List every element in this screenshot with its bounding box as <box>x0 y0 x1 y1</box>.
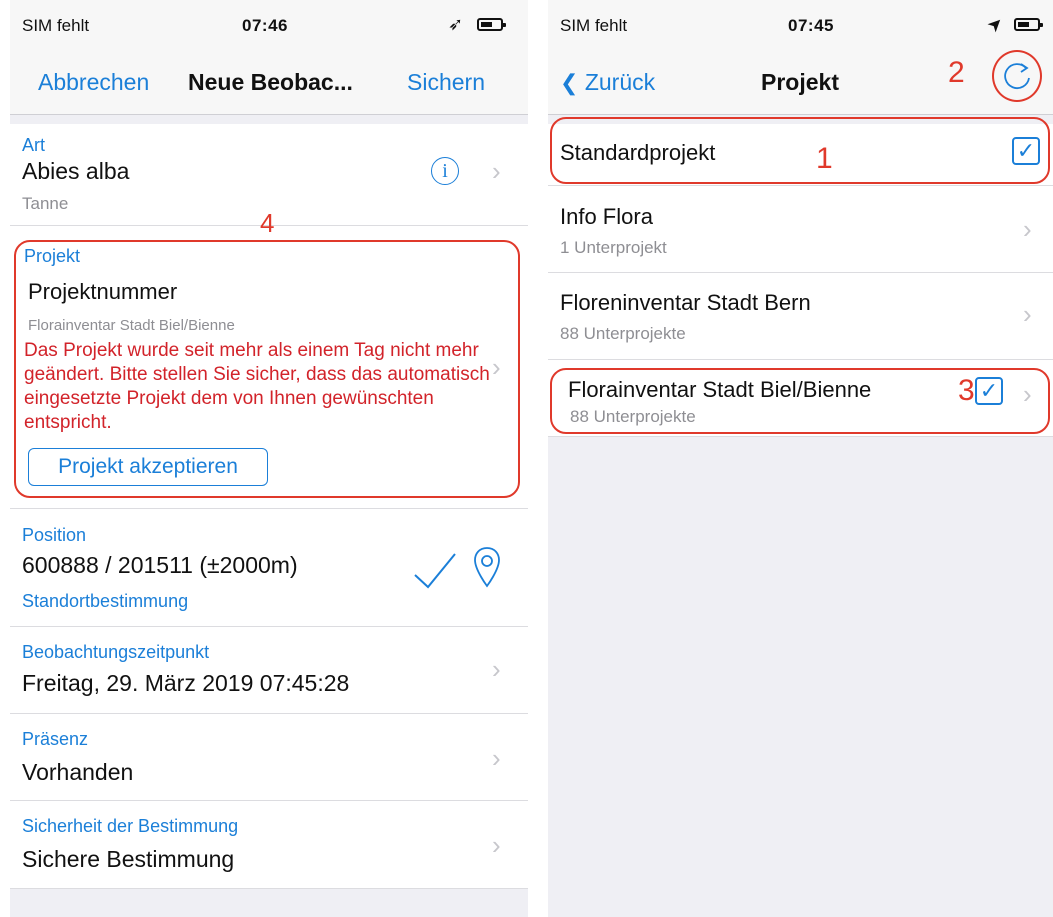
certainty-row[interactable]: Sicherheit der Bestimmung Sichere Bestim… <box>10 801 528 889</box>
refresh-icon[interactable] <box>1000 59 1034 93</box>
page-title: Neue Beobac... <box>188 69 353 95</box>
project-item-info-flora[interactable]: Info Flora 1 Unterprojekt › <box>548 186 1053 273</box>
carrier-label: SIM fehlt <box>560 16 628 35</box>
chevron-right-icon: › <box>1023 214 1032 244</box>
status-bar: SIM fehlt 07:46 ➶ <box>10 0 528 52</box>
chevron-right-icon: › <box>492 743 501 773</box>
annotation-highlight-4 <box>14 240 520 498</box>
chevron-left-icon: ❮ <box>560 70 579 95</box>
battery-icon <box>1014 18 1043 31</box>
right-screen: SIM fehlt 07:45 ➤ ❮ Zurück Projekt 2 Sta… <box>548 0 1053 917</box>
nav-bar: Abbrechen Neue Beobac... Sichern <box>10 52 528 115</box>
certainty-value: Sichere Bestimmung <box>22 846 235 872</box>
annotation-number-1: 1 <box>816 142 833 175</box>
info-icon[interactable]: i <box>431 157 459 185</box>
position-method[interactable]: Standortbestimmung <box>22 591 188 612</box>
subproject-count: 1 Unterprojekt <box>560 238 667 257</box>
clock: 07:46 <box>242 16 288 35</box>
project-name: Floreninventar Stadt Bern <box>560 290 811 315</box>
annotation-highlight-1 <box>550 117 1050 184</box>
left-screen: SIM fehlt 07:46 ➶ Abbrechen Neue Beobac.… <box>10 0 528 917</box>
art-value: Abies alba <box>22 158 130 184</box>
checkmark-icon <box>414 553 456 589</box>
timestamp-value: Freitag, 29. März 2019 07:45:28 <box>22 670 350 696</box>
back-button[interactable]: ❮ Zurück <box>560 69 655 96</box>
cancel-button[interactable]: Abbrechen <box>38 69 149 96</box>
chevron-right-icon: › <box>492 156 501 186</box>
status-bar: SIM fehlt 07:45 ➤ <box>548 0 1053 52</box>
art-common-name: Tanne <box>22 194 69 213</box>
certainty-label: Sicherheit der Bestimmung <box>22 816 239 836</box>
annotation-number-4: 4 <box>260 208 275 238</box>
battery-icon <box>477 18 506 31</box>
position-row[interactable]: Position 600888 / 201511 (±2000m) Stando… <box>10 509 528 627</box>
carrier-label: SIM fehlt <box>22 16 90 35</box>
location-arrow-icon: ➤ <box>982 11 1008 37</box>
chevron-right-icon: › <box>492 830 501 860</box>
nav-bar: ❮ Zurück Projekt 2 <box>548 50 1053 115</box>
project-item-bern[interactable]: Floreninventar Stadt Bern 88 Unterprojek… <box>548 273 1053 360</box>
chevron-right-icon: › <box>1023 299 1032 329</box>
position-label: Position <box>22 525 87 545</box>
annotation-highlight-3 <box>550 368 1050 434</box>
timestamp-row[interactable]: Beobachtungszeitpunkt Freitag, 29. März … <box>10 627 528 714</box>
map-pin-icon[interactable] <box>472 546 502 590</box>
subproject-count: 88 Unterprojekte <box>560 324 686 343</box>
presence-row[interactable]: Präsenz Vorhanden › <box>10 714 528 801</box>
back-label: Zurück <box>584 69 656 95</box>
art-label: Art <box>22 135 46 155</box>
presence-label: Präsenz <box>22 729 89 749</box>
chevron-right-icon: › <box>492 654 501 684</box>
timestamp-label: Beobachtungszeitpunkt <box>22 642 210 662</box>
save-button[interactable]: Sichern <box>407 69 485 96</box>
clock: 07:45 <box>788 16 834 35</box>
location-arrow-icon: ➶ <box>448 14 464 34</box>
project-name: Info Flora <box>560 204 653 229</box>
presence-value: Vorhanden <box>22 759 134 785</box>
page-title: Projekt <box>761 69 839 95</box>
position-value: 600888 / 201511 (±2000m) <box>22 552 298 578</box>
annotation-number-2: 2 <box>948 56 965 89</box>
